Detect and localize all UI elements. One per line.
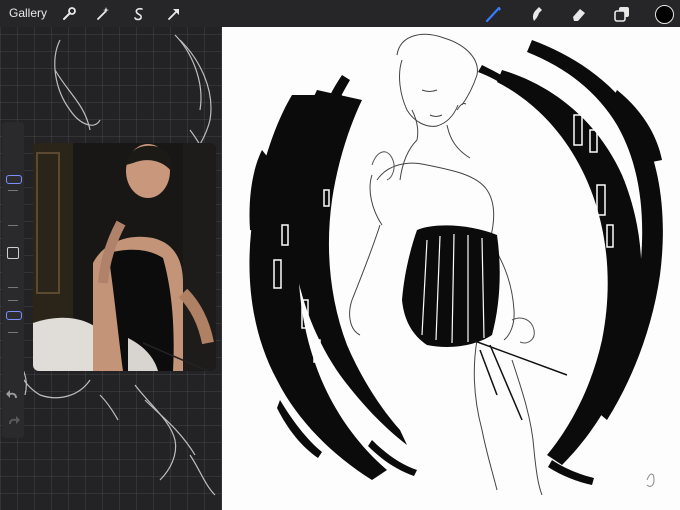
- signature: [646, 473, 655, 487]
- selection-icon[interactable]: [128, 3, 150, 25]
- transform-arrow-icon[interactable]: [163, 3, 185, 25]
- artwork: [249, 33, 663, 496]
- reference-photo: [33, 143, 216, 371]
- magic-wand-icon[interactable]: [92, 3, 114, 25]
- opacity-tick: [8, 300, 18, 301]
- opacity-handle[interactable]: [6, 311, 22, 320]
- undo-icon[interactable]: [5, 388, 21, 404]
- brush-icon[interactable]: [483, 3, 505, 25]
- corset: [402, 225, 500, 347]
- redo-icon[interactable]: [5, 414, 21, 430]
- square-modify-icon[interactable]: [7, 247, 19, 259]
- reference-window[interactable]: [33, 143, 216, 371]
- color-swatch-icon[interactable]: [653, 3, 675, 25]
- gallery-button[interactable]: Gallery: [9, 6, 47, 20]
- right-brush-strokes: [478, 40, 663, 485]
- brush-size-tick: [8, 225, 18, 226]
- opacity-tick: [8, 332, 18, 333]
- brush-size-slider[interactable]: [2, 130, 24, 240]
- brush-size-tick: [8, 190, 18, 191]
- top-toolbar: Gallery: [0, 0, 680, 27]
- drawing-canvas[interactable]: [222, 0, 680, 510]
- corset-ribbons: [471, 339, 568, 421]
- procreate-app: Gallery: [0, 0, 680, 510]
- eraser-icon[interactable]: [568, 3, 590, 25]
- side-toolbar: [2, 122, 24, 438]
- wrench-icon[interactable]: [58, 3, 80, 25]
- layers-icon[interactable]: [611, 3, 633, 25]
- opacity-slider[interactable]: [2, 272, 24, 372]
- opacity-tick: [8, 287, 18, 288]
- brush-size-handle[interactable]: [6, 175, 22, 184]
- smudge-icon[interactable]: [526, 3, 548, 25]
